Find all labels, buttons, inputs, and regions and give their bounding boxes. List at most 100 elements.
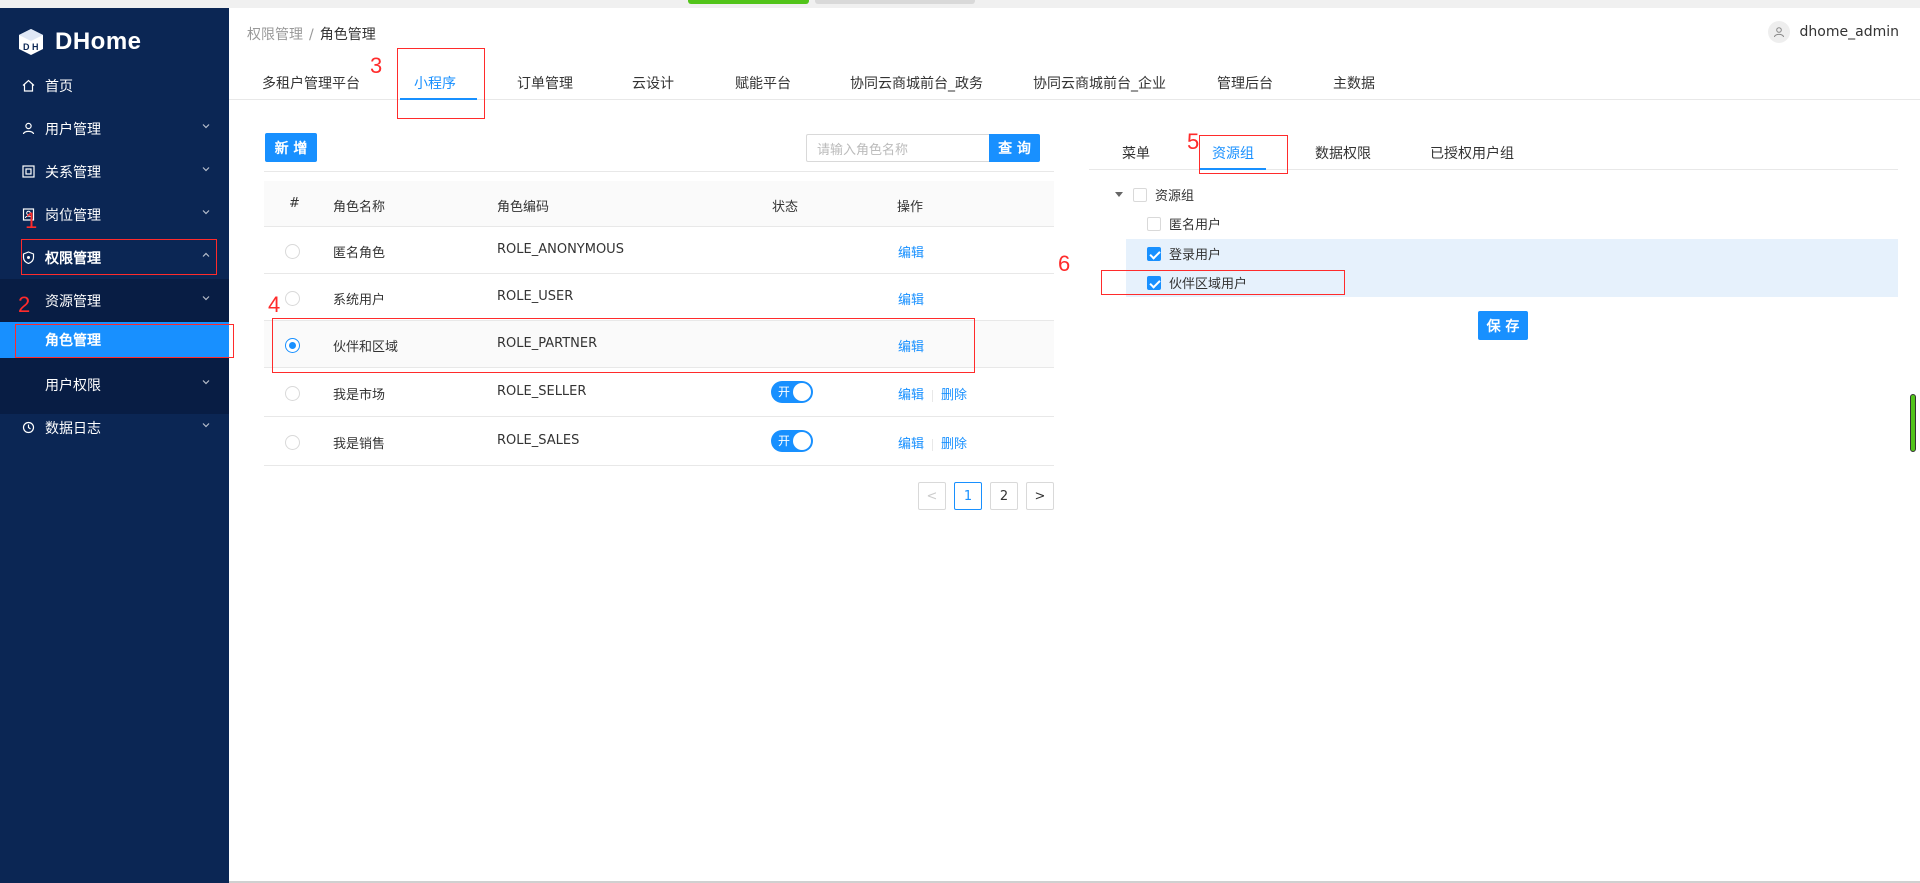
tree-node-label: 匿名用户: [1169, 218, 1222, 233]
sidebar-item-resource-management[interactable]: 资源管理: [0, 279, 229, 322]
annotation-number-4: 4: [268, 292, 281, 317]
log-icon: [21, 421, 35, 435]
column-header-actions: 操作: [897, 200, 924, 215]
tree-node[interactable]: 登录用户: [1147, 239, 1221, 268]
caret-down-icon[interactable]: [1115, 192, 1123, 197]
edit-link[interactable]: 编辑: [898, 289, 924, 308]
user-menu[interactable]: dhome_admin: [1767, 21, 1899, 43]
row-select-radio[interactable]: [285, 435, 300, 450]
query-button[interactable]: 查 询: [989, 134, 1040, 162]
tree-root[interactable]: 资源组: [1115, 180, 1194, 209]
annotation-number-3: 3: [370, 53, 383, 78]
annotation-box-5: [1199, 135, 1288, 174]
annotation-number-1: 1: [25, 208, 38, 233]
top-green-button[interactable]: [688, 0, 809, 4]
relation-icon: [21, 165, 35, 179]
sidebar-item-label: 用户权限: [45, 377, 101, 394]
tab-data-permission[interactable]: 数据权限: [1315, 143, 1371, 163]
tab-enablement-platform[interactable]: 赋能平台: [735, 73, 791, 93]
annotation-number-2: 2: [18, 292, 31, 317]
edit-link[interactable]: 编辑: [898, 388, 924, 403]
app-name: DHome: [55, 28, 142, 55]
chevron-down-icon: [202, 124, 210, 129]
breadcrumb-parent[interactable]: 权限管理: [247, 27, 303, 43]
sidebar-item-relation-management[interactable]: 关系管理: [0, 150, 229, 193]
chevron-down-icon: [202, 167, 210, 172]
tree-checkbox[interactable]: [1147, 216, 1161, 231]
table-row[interactable]: 系统用户 ROLE_USER 编辑: [264, 274, 1054, 321]
action-separator: [932, 438, 934, 451]
tree-checkbox-checked[interactable]: [1147, 246, 1161, 261]
tab-mall-government[interactable]: 协同云商城前台_政务: [850, 73, 983, 93]
annotation-number-5: 5: [1187, 129, 1200, 154]
sidebar-item-label: 数据日志: [45, 420, 101, 437]
toolbar-divider: [264, 171, 1054, 172]
tab-order-management[interactable]: 订单管理: [517, 73, 573, 93]
breadcrumb-separator: /: [309, 27, 314, 43]
tab-admin-backend[interactable]: 管理后台: [1217, 73, 1273, 93]
edit-link[interactable]: 编辑: [898, 242, 924, 261]
save-button[interactable]: 保 存: [1478, 311, 1528, 340]
sidebar-item-label: 首页: [45, 78, 73, 95]
tab-multi-tenant[interactable]: 多租户管理平台: [262, 73, 360, 93]
annotation-box-6: [1101, 270, 1345, 295]
role-code-cell: ROLE_SELLER: [497, 384, 587, 399]
chevron-down-icon: [202, 296, 210, 301]
status-toggle[interactable]: 开: [771, 381, 813, 403]
sidebar-item-label: 用户管理: [45, 121, 101, 138]
annotation-box-4: [272, 318, 975, 373]
chevron-down-icon: [202, 210, 210, 215]
chevron-down-icon: [202, 380, 210, 385]
pager-next-button[interactable]: >: [1026, 482, 1054, 510]
top-gray-button[interactable]: [815, 0, 975, 4]
add-role-button[interactable]: 新 增: [265, 133, 317, 162]
tree-node[interactable]: 匿名用户: [1147, 209, 1221, 238]
table-row[interactable]: 匿名角色 ROLE_ANONYMOUS 编辑: [264, 227, 1054, 274]
sidebar-item-data-log[interactable]: 数据日志: [0, 406, 229, 449]
tab-menu[interactable]: 菜单: [1122, 143, 1150, 163]
table-row[interactable]: 我是市场 ROLE_SELLER 开 编辑 删除: [264, 368, 1054, 417]
user-icon: [21, 122, 35, 136]
action-separator: [932, 389, 934, 402]
row-select-radio[interactable]: [285, 386, 300, 401]
row-select-radio[interactable]: [285, 291, 300, 306]
role-code-cell: ROLE_ANONYMOUS: [497, 242, 624, 257]
row-select-radio[interactable]: [285, 244, 300, 259]
row-actions: 编辑 删除: [898, 433, 967, 452]
sidebar-item-user-management[interactable]: 用户管理: [0, 107, 229, 150]
tab-cloud-design[interactable]: 云设计: [632, 73, 674, 93]
tree-row-highlight: [1126, 239, 1898, 268]
role-name-search-input[interactable]: 请输入角色名称: [806, 134, 989, 162]
status-toggle[interactable]: 开: [771, 430, 813, 452]
column-header-index: #: [289, 196, 300, 211]
tab-authorized-user-groups[interactable]: 已授权用户组: [1430, 143, 1514, 163]
column-header-status: 状态: [772, 200, 799, 215]
row-actions: 编辑 删除: [898, 384, 967, 403]
delete-link[interactable]: 删除: [941, 388, 967, 403]
breadcrumb: 权限管理 / 角色管理: [247, 24, 376, 44]
table-row[interactable]: 我是销售 ROLE_SALES 开 编辑 删除: [264, 417, 1054, 466]
sidebar-item-label: 岗位管理: [45, 207, 101, 224]
pager-prev-button[interactable]: <: [918, 482, 946, 510]
home-icon: [21, 79, 35, 93]
sidebar-item-user-permission[interactable]: 用户权限: [0, 363, 229, 406]
pager-page-2[interactable]: 2: [990, 482, 1018, 510]
annotation-box-2: [15, 324, 234, 358]
logo-cube-icon: D H: [19, 29, 43, 55]
column-header-role-name: 角色名称: [333, 200, 386, 215]
username: dhome_admin: [1799, 24, 1899, 40]
role-name-cell: 系统用户: [333, 293, 386, 308]
tree-checkbox[interactable]: [1133, 187, 1147, 202]
tab-master-data[interactable]: 主数据: [1333, 73, 1375, 93]
breadcrumb-current: 角色管理: [319, 27, 376, 43]
pager-page-1[interactable]: 1: [954, 482, 982, 510]
tab-mall-enterprise[interactable]: 协同云商城前台_企业: [1033, 73, 1166, 93]
role-code-cell: ROLE_USER: [497, 289, 574, 304]
delete-link[interactable]: 删除: [941, 437, 967, 452]
edit-link[interactable]: 编辑: [898, 437, 924, 452]
sidebar-item-home[interactable]: 首页: [0, 64, 229, 107]
scrollbar-thumb[interactable]: [1910, 394, 1916, 452]
role-code-cell: ROLE_SALES: [497, 433, 580, 448]
svg-text:D: D: [23, 42, 30, 52]
logo[interactable]: D H DHome: [16, 22, 142, 62]
